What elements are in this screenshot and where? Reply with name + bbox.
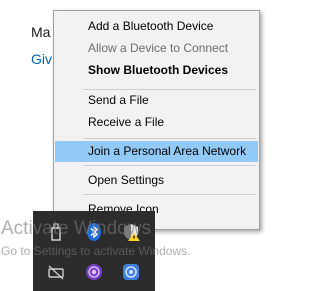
bluetooth-context-menu: Add a Bluetooth Device Allow a Device to…	[53, 10, 260, 230]
menu-item-allow-device-connect: Allow a Device to Connect	[88, 41, 229, 55]
menu-item-receive-file[interactable]: Receive a File	[55, 112, 258, 133]
menu-item-add-bluetooth-device[interactable]: Add a Bluetooth Device	[55, 16, 258, 37]
camera-off-icon[interactable]	[46, 262, 66, 282]
menu-item-send-file[interactable]: Send a File	[55, 90, 258, 111]
activation-watermark-title: Activate Windows	[1, 218, 151, 239]
tor-browser-icon[interactable]	[84, 262, 104, 282]
vpn-shield-icon[interactable]	[121, 262, 141, 282]
background-text: Ma	[31, 24, 51, 40]
menu-item-join-personal-area-network[interactable]: Join a Personal Area Network	[55, 141, 258, 162]
menu-separator	[83, 165, 256, 166]
activation-watermark-subtitle: Go to Settings to activate Windows.	[1, 244, 191, 258]
menu-item-show-bluetooth-devices[interactable]: Show Bluetooth Devices	[55, 60, 258, 81]
menu-separator	[83, 194, 256, 195]
menu-item-open-settings[interactable]: Open Settings	[55, 170, 258, 191]
menu-separator	[83, 138, 256, 139]
background-link[interactable]: Giv	[31, 51, 52, 67]
